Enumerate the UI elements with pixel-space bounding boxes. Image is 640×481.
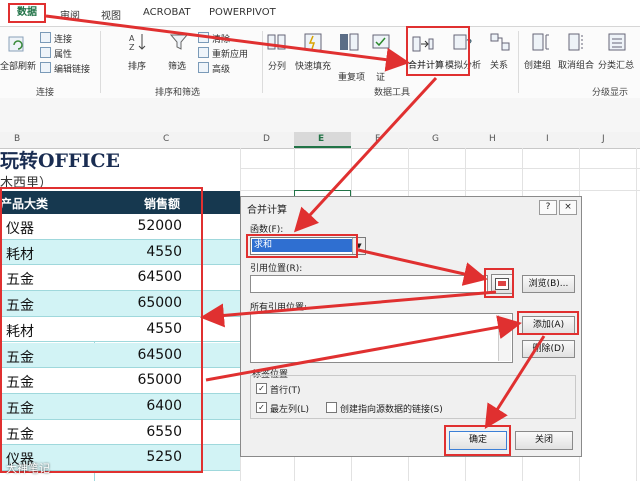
arrow-add-to-ok <box>484 335 546 430</box>
watermark: 大神笔记 <box>6 462 50 475</box>
arrow-picker-to-table <box>200 290 497 328</box>
arrow-table-to-add <box>205 315 522 382</box>
annotation-arrows <box>45 14 546 430</box>
arrow-tab-to-consolidate <box>45 14 410 72</box>
arrow-consolidate-to-dialog <box>293 76 438 233</box>
arrow-function-to-picker <box>357 248 488 286</box>
